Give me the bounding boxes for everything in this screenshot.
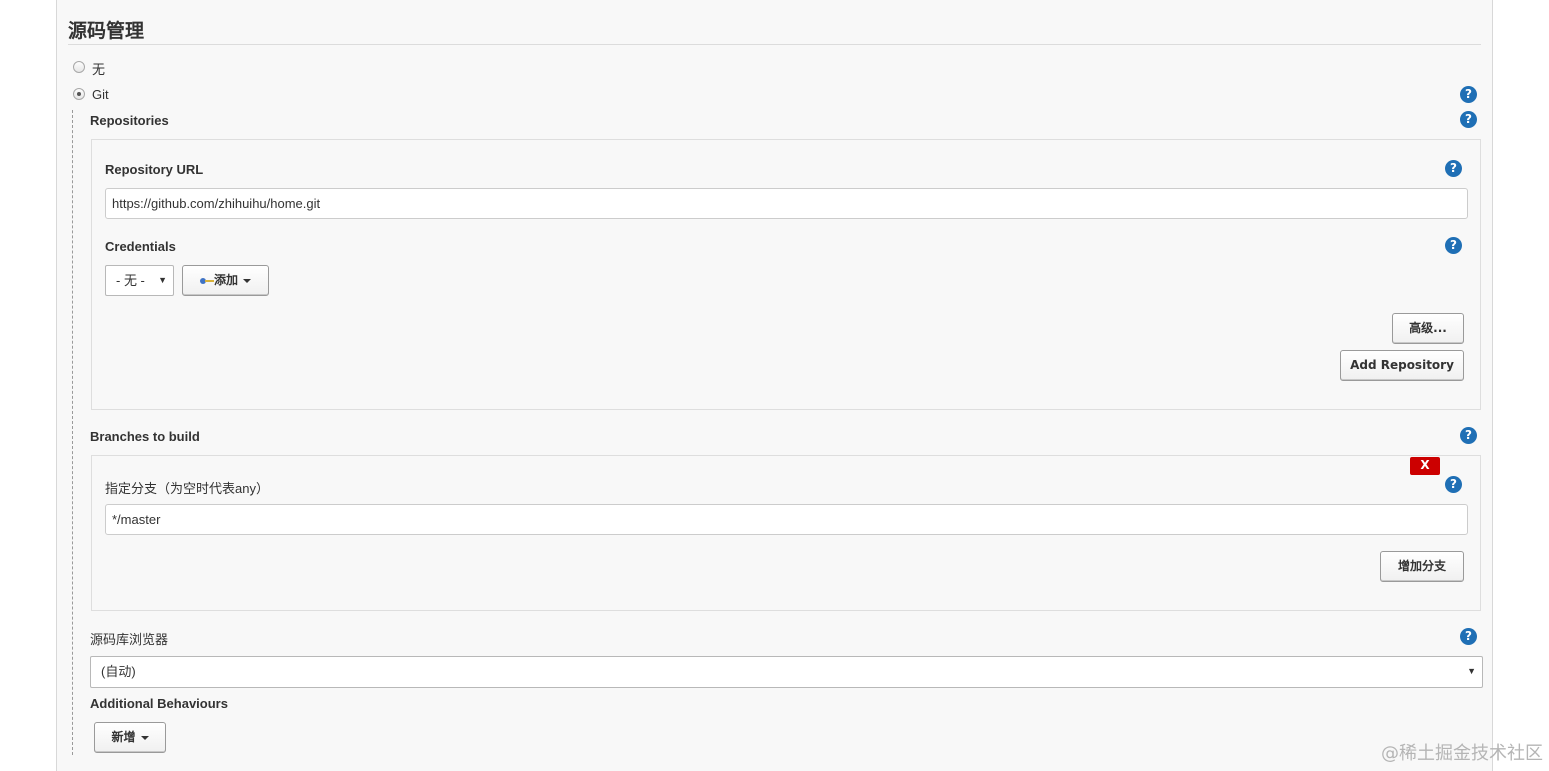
advanced-button[interactable]: 高级... xyxy=(1392,313,1464,344)
repositories-help-icon[interactable]: ? xyxy=(1460,111,1477,128)
repository-url-help-icon[interactable]: ? xyxy=(1445,160,1462,177)
add-credentials-button[interactable]: 添加 xyxy=(182,265,269,296)
radio-none-label[interactable]: 无 xyxy=(92,59,105,78)
git-help-icon[interactable]: ? xyxy=(1460,86,1477,103)
chevron-down-icon: ▼ xyxy=(158,275,167,285)
add-repository-button[interactable]: Add Repository xyxy=(1340,350,1464,381)
chevron-down-icon: ▼ xyxy=(1467,666,1476,676)
radio-none-icon[interactable] xyxy=(73,61,85,73)
credentials-help-icon[interactable]: ? xyxy=(1445,237,1462,254)
branch-specifier-input[interactable]: */master xyxy=(105,504,1468,535)
repository-url-label: Repository URL xyxy=(105,162,204,177)
repository-browser-help-icon[interactable]: ? xyxy=(1460,628,1477,645)
key-icon xyxy=(199,277,214,285)
dropdown-caret-icon xyxy=(140,735,149,740)
branch-specifier-help-icon[interactable]: ? xyxy=(1445,476,1462,493)
watermark: @稀土掘金技术社区 xyxy=(1381,743,1543,764)
radio-git-icon[interactable] xyxy=(73,88,85,100)
title-divider xyxy=(68,44,1481,45)
additional-behaviours-label: Additional Behaviours xyxy=(90,696,228,711)
add-behaviour-label: 新增 xyxy=(111,730,136,744)
branches-help-icon[interactable]: ? xyxy=(1460,427,1477,444)
repositories-label: Repositories xyxy=(90,113,169,128)
repository-browser-value: (自动) xyxy=(101,664,136,679)
repository-browser-select[interactable]: (自动) ▼ xyxy=(90,656,1483,688)
repository-box: Repository URL ? https://github.com/zhih… xyxy=(91,139,1481,410)
dropdown-caret-icon xyxy=(243,278,251,283)
add-credentials-label: 添加 xyxy=(213,273,238,287)
credentials-label: Credentials xyxy=(105,239,176,254)
branch-box: X 指定分支（为空时代表any） ? */master 增加分支 xyxy=(91,455,1481,611)
credentials-select[interactable]: - 无 - ▼ xyxy=(105,265,174,296)
repository-url-input[interactable]: https://github.com/zhihuihu/home.git xyxy=(105,188,1468,219)
branch-specifier-label: 指定分支（为空时代表any） xyxy=(105,481,269,496)
add-branch-button[interactable]: 增加分支 xyxy=(1380,551,1464,582)
git-nested-divider xyxy=(72,110,73,755)
delete-branch-button[interactable]: X xyxy=(1410,457,1440,475)
add-behaviour-button[interactable]: 新增 xyxy=(94,722,166,753)
radio-git-label[interactable]: Git xyxy=(92,87,109,102)
scm-panel: 源码管理 无 Git ? Repositories ? Repository U… xyxy=(56,0,1493,771)
branches-label: Branches to build xyxy=(90,429,200,444)
section-title: 源码管理 xyxy=(68,20,145,42)
credentials-select-value: - 无 - xyxy=(116,273,145,288)
repository-browser-label: 源码库浏览器 xyxy=(90,632,169,647)
